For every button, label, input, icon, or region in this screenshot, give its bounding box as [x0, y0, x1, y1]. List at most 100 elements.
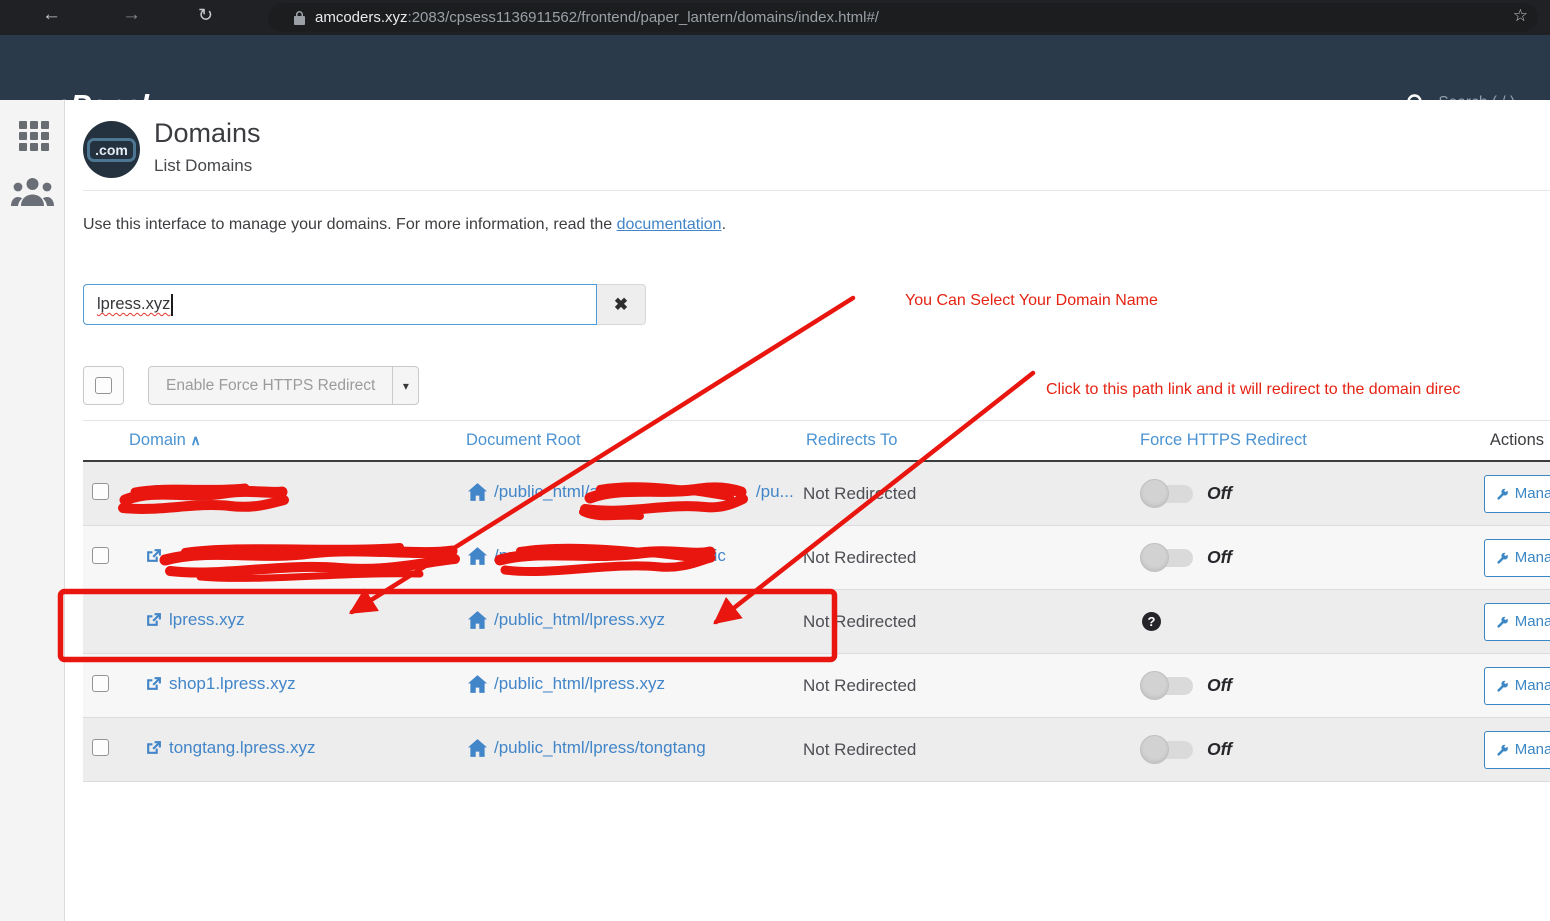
bookmark-star-icon[interactable]: ☆ [1513, 6, 1528, 26]
toggle-off-label: Off [1207, 675, 1232, 696]
apps-grid-icon[interactable] [19, 121, 49, 151]
manage-button[interactable]: Manage [1484, 539, 1550, 577]
home-icon [468, 675, 487, 693]
select-all-checkbox[interactable] [95, 377, 112, 394]
force-https-group: Enable Force HTTPS Redirect ▾ [148, 366, 419, 405]
manage-label: Manage [1515, 549, 1550, 566]
intro-suffix: . [722, 216, 726, 233]
docroot-path: /public_html/lpress.xyz [494, 610, 665, 630]
browser-back-icon[interactable]: ← [42, 4, 61, 26]
redirects-value: Not Redirected [803, 484, 916, 503]
select-all-box [83, 366, 124, 405]
table-row: shop1.lpress.xyz /public_html/lpress.xyz… [83, 654, 1550, 718]
sort-redirects-header[interactable]: Redirects To [806, 431, 897, 449]
wrench-icon [1497, 486, 1508, 502]
intro-text: Use this interface to manage your domain… [83, 216, 726, 234]
documentation-link[interactable]: documentation [617, 216, 722, 233]
sort-domain-header[interactable]: Domain ∧ [129, 431, 201, 449]
manage-label: Manage [1515, 613, 1550, 630]
url-host: amcoders.xyz [315, 9, 408, 26]
external-link-icon [145, 739, 162, 756]
manage-button[interactable]: Manage [1484, 475, 1550, 513]
clear-search-button[interactable]: ✖ [597, 284, 646, 325]
dotcom-badge: .com [87, 138, 136, 162]
sort-https-header[interactable]: Force HTTPS Redirect [1140, 431, 1307, 449]
wrench-icon [1497, 678, 1508, 694]
row-checkbox[interactable] [92, 483, 109, 500]
domain-link[interactable]: shop1.lpress.xyz [145, 674, 296, 694]
home-icon [468, 547, 487, 565]
chevron-down-icon: ▾ [403, 379, 409, 393]
domains-feature-icon: .com [83, 121, 140, 178]
row-checkbox[interactable] [92, 675, 109, 692]
https-toggle[interactable] [1143, 741, 1193, 759]
url-text: amcoders.xyz:2083/cpsess1136911562/front… [315, 9, 879, 26]
https-dropdown-caret[interactable]: ▾ [392, 366, 419, 405]
browser-reload-icon[interactable]: ↻ [198, 5, 213, 26]
sidebar [0, 100, 65, 921]
actions-header: Actions [1476, 431, 1550, 450]
sort-up-icon: ∧ [190, 432, 200, 448]
intro-prefix: Use this interface to manage your domain… [83, 216, 617, 233]
domain-link[interactable]: tongtang.lpress.xyz [145, 738, 315, 758]
docroot-suffix: /pu... [756, 482, 794, 502]
row-checkbox[interactable] [92, 547, 109, 564]
docroot-link[interactable]: /public_html/lpress.xyz [468, 674, 665, 694]
docroot-path: /public_html/lpress/tongtang [494, 738, 706, 758]
wrench-icon [1497, 614, 1508, 630]
toggle-off-label: Off [1207, 547, 1232, 568]
docroot-link[interactable]: /public_html/lpress.xyz [468, 610, 665, 630]
https-toggle[interactable] [1143, 485, 1193, 503]
sort-docroot-header[interactable]: Document Root [466, 431, 581, 449]
domain-name: tongtang.lpress.xyz [169, 738, 315, 758]
manage-button[interactable]: Manage [1484, 731, 1550, 769]
table-row: /publlic Not Redirected Off Manage [83, 526, 1550, 590]
redirects-value: Not Redirected [803, 612, 916, 631]
page-title: Domains [154, 118, 261, 149]
domain-name: shop1.lpress.xyz [169, 674, 296, 694]
row-checkbox[interactable] [92, 739, 109, 756]
docroot-link[interactable]: /publlic [468, 546, 726, 566]
domain-link[interactable]: lpress.xyz [145, 610, 245, 630]
main-content: .com Domains List Domains Use this inter… [65, 100, 1550, 921]
table-header-row: Domain ∧ Document Root Redirects To Forc… [83, 420, 1550, 462]
lock-icon [294, 11, 305, 25]
browser-forward-icon[interactable]: → [122, 4, 141, 26]
domains-table: Domain ∧ Document Root Redirects To Forc… [83, 420, 1550, 782]
docroot-path: /public_html/lpress.xyz [494, 674, 665, 694]
table-row: /public_html/a/pu... Not Redirected Off … [83, 462, 1550, 526]
browser-toolbar: ← → ↻ amcoders.xyz:2083/cpsess1136911562… [0, 0, 1550, 35]
redirects-value: Not Redirected [803, 740, 916, 759]
enable-force-https-button[interactable]: Enable Force HTTPS Redirect [148, 366, 393, 405]
manage-button[interactable]: Manage [1484, 667, 1550, 705]
docroot-prefix: /publ [494, 546, 531, 566]
home-icon [468, 611, 487, 629]
manage-button[interactable]: Manage [1484, 603, 1550, 641]
wrench-icon [1497, 742, 1508, 758]
external-link-icon [145, 611, 162, 628]
domain-link[interactable] [145, 483, 162, 500]
cpanel-header: cPanel Search ( / ) [0, 35, 1550, 100]
home-icon [468, 739, 487, 757]
table-row: tongtang.lpress.xyz /public_html/lpress/… [83, 718, 1550, 782]
manage-label: Manage [1515, 677, 1550, 694]
toggle-off-label: Off [1207, 483, 1232, 504]
https-toggle[interactable] [1143, 549, 1193, 567]
users-icon[interactable] [11, 176, 54, 206]
text-cursor [171, 294, 173, 316]
address-bar[interactable]: amcoders.xyz:2083/cpsess1136911562/front… [268, 3, 1538, 32]
https-toggle[interactable] [1143, 677, 1193, 695]
domain-link[interactable] [145, 547, 162, 564]
docroot-link[interactable]: /public_html/lpress/tongtang [468, 738, 706, 758]
page-subtitle: List Domains [154, 156, 252, 176]
help-icon[interactable]: ? [1142, 612, 1161, 631]
external-link-icon [145, 675, 162, 692]
manage-label: Manage [1515, 741, 1550, 758]
search-input-value: lpress.xyz [97, 295, 170, 314]
domain-search-input[interactable]: lpress.xyz [83, 284, 597, 325]
docroot-link[interactable]: /public_html/a/pu... [468, 482, 794, 502]
url-path: :2083/cpsess1136911562/frontend/paper_la… [408, 9, 879, 26]
redirects-value: Not Redirected [803, 548, 916, 567]
manage-label: Manage [1515, 485, 1550, 502]
external-link-icon [145, 483, 162, 500]
